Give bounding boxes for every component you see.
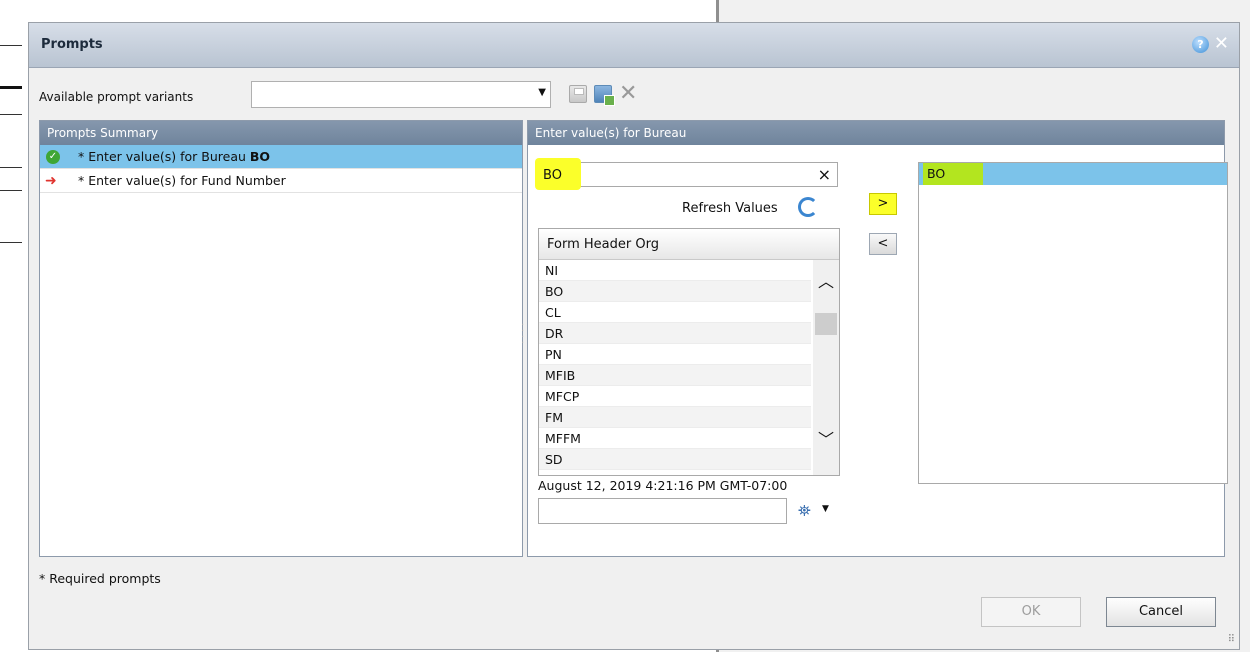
- variants-dropdown[interactable]: ▼: [251, 81, 551, 108]
- list-item[interactable]: DR: [539, 323, 811, 344]
- list-item[interactable]: PN: [539, 344, 811, 365]
- list-item[interactable]: MFIB: [539, 365, 811, 386]
- list-item[interactable]: FM: [539, 407, 811, 428]
- list-item[interactable]: CL: [539, 302, 811, 323]
- list-item[interactable]: MFFM: [539, 428, 811, 449]
- save-as-icon[interactable]: [594, 85, 615, 106]
- find-options-arrow-icon[interactable]: ▼: [822, 504, 829, 514]
- check-circle-icon: ✓: [46, 150, 60, 164]
- ok-button[interactable]: OK: [981, 597, 1081, 627]
- value-search-input[interactable]: BO ×: [535, 158, 838, 190]
- variants-label: Available prompt variants: [39, 90, 194, 104]
- background-line: [0, 86, 22, 89]
- chevron-down-icon[interactable]: ﹀: [818, 426, 834, 450]
- selected-value-label: BO: [927, 166, 946, 181]
- close-icon[interactable]: ✕: [1214, 33, 1229, 54]
- remove-value-button[interactable]: <: [869, 233, 897, 255]
- chevron-up-icon[interactable]: ︿: [818, 268, 834, 292]
- save-icon[interactable]: [569, 85, 587, 103]
- dialog-titlebar[interactable]: Prompts ? ✕: [29, 23, 1239, 68]
- enter-values-header: Enter value(s) for Bureau: [528, 121, 1224, 145]
- list-column-header[interactable]: Form Header Org: [539, 229, 839, 260]
- required-prompts-note: * Required prompts: [39, 571, 161, 586]
- summary-row-value: BO: [249, 149, 271, 164]
- list-scrollbar[interactable]: ︿ ﹀: [813, 260, 839, 475]
- list-item[interactable]: NI: [539, 260, 811, 281]
- refresh-icon[interactable]: [798, 197, 818, 217]
- delete-icon[interactable]: ✕: [619, 81, 637, 106]
- enter-values-panel: Enter value(s) for Bureau BO × Refresh V…: [527, 120, 1228, 557]
- summary-row-bureau[interactable]: ✓ * Enter value(s) for Bureau BO: [40, 145, 522, 169]
- list-item[interactable]: MFCP: [539, 386, 811, 407]
- search-value: BO: [543, 168, 562, 183]
- prompts-summary-header: Prompts Summary: [40, 121, 522, 145]
- background-line: [0, 45, 22, 46]
- summary-row-label: * Enter value(s) for Fund Number: [78, 173, 286, 188]
- selected-values-list[interactable]: BO: [918, 162, 1228, 484]
- red-arrow-icon: ➜: [45, 173, 57, 189]
- available-values-list[interactable]: Form Header Org NI BO CL DR PN MFIB MFCP…: [538, 228, 840, 476]
- find-input[interactable]: [538, 498, 787, 524]
- summary-row-fund-number[interactable]: ➜ * Enter value(s) for Fund Number: [40, 169, 522, 193]
- list-item[interactable]: SD: [539, 449, 811, 470]
- selected-value-item[interactable]: BO: [919, 163, 1227, 185]
- refresh-values-link[interactable]: Refresh Values: [682, 201, 778, 216]
- splitter-handle[interactable]: · · · ·: [521, 321, 524, 349]
- last-refresh-timestamp: August 12, 2019 4:21:16 PM GMT-07:00: [538, 478, 788, 493]
- scrollbar-thumb[interactable]: [815, 313, 837, 335]
- resize-grip-icon[interactable]: ⠿: [1228, 634, 1235, 645]
- background-line: [0, 190, 22, 191]
- prompts-dialog: Prompts ? ✕ Available prompt variants ▼ …: [28, 22, 1240, 650]
- summary-row-label: * Enter value(s) for Bureau: [78, 149, 250, 164]
- clear-search-icon[interactable]: ×: [818, 165, 831, 184]
- background-line: [0, 114, 22, 115]
- help-icon[interactable]: ?: [1192, 36, 1209, 53]
- background-line: [0, 242, 22, 243]
- list-item[interactable]: BO: [539, 281, 811, 302]
- background-line: [0, 167, 22, 168]
- prompts-summary-panel: Prompts Summary ✓ * Enter value(s) for B…: [39, 120, 523, 557]
- add-value-button[interactable]: >: [869, 193, 897, 215]
- dropdown-arrow-icon[interactable]: ▼: [538, 87, 546, 98]
- binoculars-icon[interactable]: ⛯: [798, 501, 811, 521]
- dialog-title: Prompts: [41, 37, 103, 52]
- cancel-button[interactable]: Cancel: [1106, 597, 1216, 627]
